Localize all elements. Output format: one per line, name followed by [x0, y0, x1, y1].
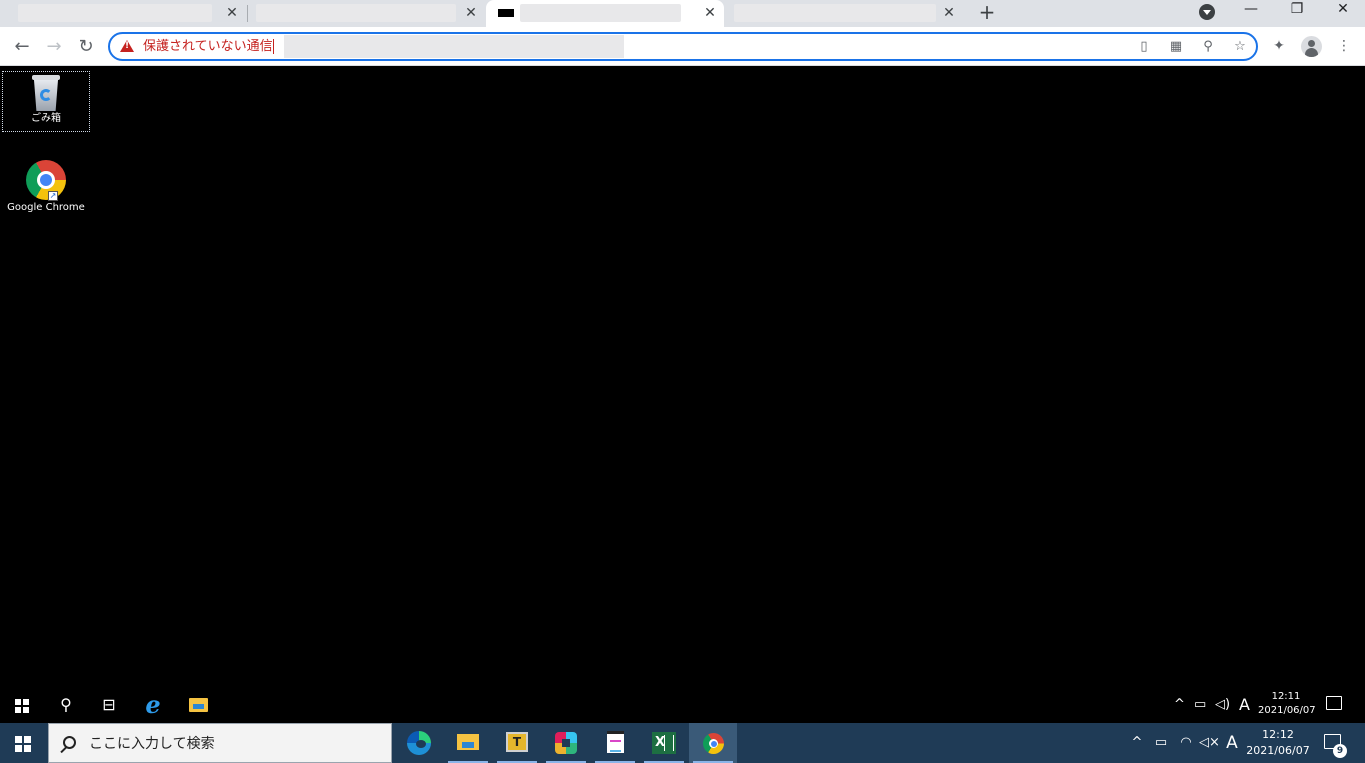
tab-1-close-icon[interactable]: ✕	[223, 4, 241, 22]
tab-1[interactable]: ✕	[8, 0, 246, 27]
remote-volume-icon[interactable]: ◁)	[1215, 686, 1230, 723]
tab-4-close-icon[interactable]: ✕	[940, 4, 958, 22]
remote-task-view-icon[interactable]: ⊟	[98, 694, 120, 716]
clock-time: 12:12	[1262, 728, 1294, 741]
wifi-icon[interactable]: ◠	[1177, 733, 1195, 753]
notification-count-badge: 9	[1333, 744, 1347, 758]
remote-clock-date: 2021/06/07	[1258, 705, 1316, 716]
search-icon	[63, 736, 76, 749]
taskbar-app-slack[interactable]	[542, 723, 590, 763]
remote-clock-time: 12:11	[1271, 691, 1301, 702]
tab-search-icon[interactable]	[1199, 4, 1215, 20]
restore-button[interactable]: ❐	[1274, 0, 1320, 20]
excel-icon: X	[652, 732, 676, 754]
taskbar-search-input[interactable]: ここに入力して検索	[48, 723, 392, 763]
extensions-icon[interactable]: ✦	[1268, 35, 1290, 57]
back-button[interactable]: ←	[10, 35, 34, 59]
qr-code-icon[interactable]: ▦	[1166, 37, 1186, 57]
tab-2[interactable]: ✕	[248, 0, 484, 27]
menu-icon[interactable]: ⋮	[1333, 35, 1355, 57]
desktop-icon-label: ごみ箱	[31, 113, 61, 124]
security-status-text[interactable]: 保護されていない通信	[143, 38, 273, 55]
taskbar-app-chrome[interactable]	[689, 723, 737, 763]
desktop-icon-label: Google Chrome	[7, 202, 85, 213]
taskbar-app-notepad[interactable]	[591, 723, 639, 763]
taskbar-app-edge[interactable]	[395, 723, 443, 763]
url-text[interactable]	[284, 35, 624, 58]
minimize-button[interactable]: —	[1228, 0, 1274, 20]
remote-desktop[interactable]: ごみ箱 ↗ Google Chrome ⚲ ⊟ e ^ ▭ ◁) A 12:11…	[0, 66, 1365, 723]
tab-3-title	[520, 4, 681, 22]
tab-strip: ✕ ✕ ✕ ✕ + — ❐ ✕	[0, 0, 1365, 27]
new-tab-button[interactable]: +	[975, 1, 999, 25]
taskbar-app-t[interactable]: T	[493, 723, 541, 763]
taskbar-app-excel[interactable]: X	[640, 723, 688, 763]
tab-4[interactable]: ✕	[726, 0, 964, 27]
taskbar: ここに入力して検索 T X ^ ▭ ◠ ◁× A 12:12 2021/06/0…	[0, 723, 1365, 763]
tab-3-close-icon[interactable]: ✕	[701, 4, 719, 22]
reload-button[interactable]: ↻	[74, 35, 98, 59]
tab-2-title	[256, 4, 456, 22]
browser-toolbar: ← → ↻ 保護されていない通信 ▯ ▦ ⚲ ☆ ✦ ⋮	[0, 27, 1365, 66]
not-secure-warning-icon[interactable]	[120, 40, 134, 52]
edge-icon	[407, 731, 431, 755]
battery-icon[interactable]: ▭	[1151, 733, 1171, 753]
clipboard-icon[interactable]: ▯	[1134, 37, 1154, 57]
remote-taskbar: ⚲ ⊟ e ^ ▭ ◁) A 12:11 2021/06/07	[0, 686, 1360, 723]
shortcut-arrow-icon: ↗	[48, 191, 58, 201]
zoom-icon[interactable]: ⚲	[1198, 37, 1218, 57]
ime-indicator[interactable]: A	[1223, 733, 1241, 753]
chrome-icon	[703, 733, 724, 754]
remote-tray-chevron-icon[interactable]: ^	[1174, 686, 1185, 723]
search-placeholder: ここに入力して検索	[89, 736, 215, 752]
tab-3-active[interactable]: ✕	[486, 0, 724, 27]
internet-explorer-icon[interactable]: e	[142, 693, 164, 717]
file-explorer-icon	[457, 734, 479, 750]
volume-muted-icon[interactable]: ◁×	[1199, 733, 1220, 753]
remote-file-explorer-icon[interactable]	[189, 698, 208, 712]
desktop-icon-google-chrome[interactable]: ↗ Google Chrome	[2, 160, 90, 214]
tab-4-title	[734, 4, 936, 22]
taskbar-app-file-explorer[interactable]	[444, 723, 492, 763]
close-window-button[interactable]: ✕	[1320, 0, 1365, 20]
remote-clock[interactable]: 12:11 2021/06/07	[1258, 690, 1316, 718]
t-app-icon: T	[506, 732, 528, 752]
remote-search-icon[interactable]: ⚲	[55, 694, 77, 716]
profile-icon[interactable]	[1301, 36, 1322, 57]
tray-chevron-icon[interactable]: ^	[1129, 733, 1145, 753]
omnibox-separator	[273, 39, 274, 54]
address-bar[interactable]: 保護されていない通信 ▯ ▦ ⚲ ☆	[108, 32, 1258, 61]
clock-date: 2021/06/07	[1246, 744, 1310, 757]
remote-start-icon[interactable]	[15, 699, 29, 713]
remote-network-icon[interactable]: ▭	[1194, 686, 1206, 723]
desktop-icon-recycle-bin[interactable]: ごみ箱	[2, 71, 90, 132]
chrome-icon: ↗	[26, 160, 66, 201]
bookmark-star-icon[interactable]: ☆	[1230, 37, 1250, 57]
forward-button[interactable]: →	[42, 35, 66, 59]
slack-icon	[555, 732, 577, 754]
start-windows-icon[interactable]	[15, 736, 31, 752]
remote-ime-indicator[interactable]: A	[1239, 686, 1250, 723]
tab-favicon-icon	[498, 9, 514, 17]
tab-2-close-icon[interactable]: ✕	[462, 4, 480, 22]
notepad-icon	[607, 731, 624, 753]
taskbar-clock[interactable]: 12:12 2021/06/07	[1245, 727, 1311, 759]
remote-notification-icon[interactable]	[1326, 696, 1342, 710]
tab-1-title	[18, 4, 212, 22]
recycle-bin-icon	[31, 75, 61, 111]
